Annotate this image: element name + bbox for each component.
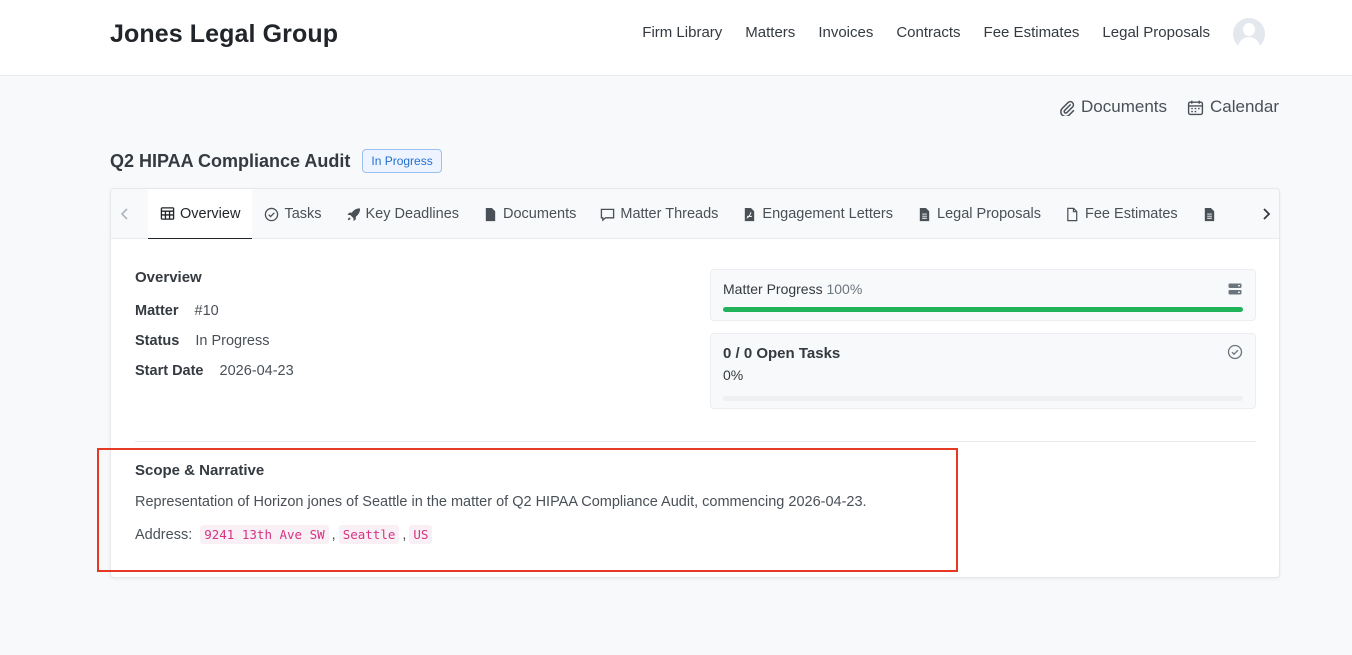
page-actions: Documents Calendar [1058, 97, 1279, 117]
matter-header: Q2 HIPAA Compliance Audit In Progress [110, 149, 442, 173]
tab-tasks[interactable]: Tasks [252, 189, 333, 239]
matter-progress-fill [723, 307, 1243, 312]
address-street: 9241 13th Ave SW [200, 525, 329, 544]
tab-label: Overview [180, 205, 241, 222]
open-tasks-card: 0 / 0 Open Tasks 0% [710, 333, 1256, 409]
page-title: Q2 HIPAA Compliance Audit [110, 150, 351, 171]
tab-scroll-left-button[interactable] [111, 189, 138, 239]
tab-documents[interactable]: Documents [471, 189, 588, 239]
check-circle-icon [1227, 344, 1243, 360]
tab-label: Tasks [284, 206, 322, 222]
tab-fee-estimates[interactable]: Fee Estimates [1053, 189, 1190, 239]
field-label: Matter [135, 303, 179, 319]
matter-progress-label: Matter Progress 100% [723, 281, 863, 297]
tab-key-deadlines[interactable]: Key Deadlines [334, 189, 472, 239]
tab-matter-threads[interactable]: Matter Threads [588, 189, 730, 239]
calendar-icon [1187, 100, 1204, 115]
section-divider [135, 441, 1256, 442]
chat-icon [601, 208, 615, 222]
paperclip-icon [1060, 100, 1075, 116]
calendar-button[interactable]: Calendar [1187, 97, 1279, 117]
file-text-icon [919, 207, 930, 221]
open-tasks-percent: 0% [723, 367, 744, 383]
field-label: Status [135, 333, 180, 349]
open-tasks-bar [723, 396, 1243, 401]
nav-firm-library[interactable]: Firm Library [642, 24, 722, 41]
tab-label: Engagement Letters [762, 206, 894, 222]
file-pdf-icon [745, 207, 755, 221]
field-label: Start Date [135, 363, 204, 379]
avatar-head-shape [1243, 23, 1255, 36]
table-icon [160, 207, 175, 220]
address-city: Seattle [338, 525, 400, 544]
field-status: Status In Progress [135, 333, 269, 349]
matter-progress-bar [723, 307, 1243, 312]
calendar-button-label: Calendar [1210, 97, 1279, 116]
open-tasks-title: 0 / 0 Open Tasks [723, 345, 841, 362]
tab-overview[interactable]: Overview [148, 189, 253, 239]
field-matter: Matter #10 [135, 303, 219, 319]
nav-contracts[interactable]: Contracts [896, 24, 960, 41]
chevron-right-icon [1262, 208, 1270, 220]
stack-icon [1228, 283, 1242, 295]
scope-heading: Scope & Narrative [135, 462, 265, 479]
brand-logo[interactable]: Jones Legal Group [110, 20, 338, 49]
chevron-left-icon [120, 208, 128, 220]
nav-matters[interactable]: Matters [745, 24, 795, 41]
nav-legal-proposals[interactable]: Legal Proposals [1102, 24, 1210, 41]
tabs: Overview Tasks Key Deadlines Documents M… [148, 189, 1251, 239]
tab-engagement-letters[interactable]: Engagement Letters [730, 189, 905, 239]
overview-heading: Overview [135, 269, 202, 286]
tab-scroll-right-button[interactable] [1252, 189, 1279, 239]
field-value: #10 [194, 303, 219, 319]
matter-card: Overview Tasks Key Deadlines Documents M… [110, 188, 1280, 578]
tab-more[interactable] [1190, 189, 1229, 239]
matter-progress-percent: 100% [826, 281, 863, 297]
avatar-body-shape [1238, 37, 1260, 50]
nav-invoices[interactable]: Invoices [818, 24, 873, 41]
address-label: Address: [135, 526, 193, 543]
nav-fee-estimates[interactable]: Fee Estimates [984, 24, 1080, 41]
tab-label: Legal Proposals [937, 206, 1042, 222]
tab-label: Matter Threads [620, 206, 719, 222]
documents-button-label: Documents [1081, 97, 1167, 116]
top-navbar: Jones Legal Group Firm Library Matters I… [0, 0, 1352, 76]
status-badge: In Progress [362, 149, 442, 173]
address-row: Address: 9241 13th Ave SW, Seattle, US [135, 525, 433, 544]
field-start-date: Start Date 2026-04-23 [135, 363, 294, 379]
documents-button[interactable]: Documents [1058, 97, 1167, 117]
file-text-icon [1204, 207, 1214, 221]
file-outline-icon [1067, 207, 1078, 221]
tab-legal-proposals[interactable]: Legal Proposals [905, 189, 1053, 239]
tab-label: Fee Estimates [1085, 206, 1178, 222]
field-value: 2026-04-23 [219, 363, 294, 379]
field-value: In Progress [195, 333, 270, 349]
matter-progress-card: Matter Progress 100% [710, 269, 1256, 321]
file-icon [485, 207, 496, 221]
address-country: US [409, 525, 433, 544]
user-avatar[interactable] [1233, 18, 1265, 50]
tab-bar: Overview Tasks Key Deadlines Documents M… [111, 189, 1279, 239]
tab-label: Documents [503, 206, 577, 222]
main-nav: Firm Library Matters Invoices Contracts … [642, 24, 1210, 41]
check-circle-icon [265, 207, 279, 221]
scope-narrative: Representation of Horizon jones of Seatt… [135, 494, 867, 510]
rocket-icon [346, 207, 360, 221]
tab-label: Key Deadlines [365, 206, 460, 222]
